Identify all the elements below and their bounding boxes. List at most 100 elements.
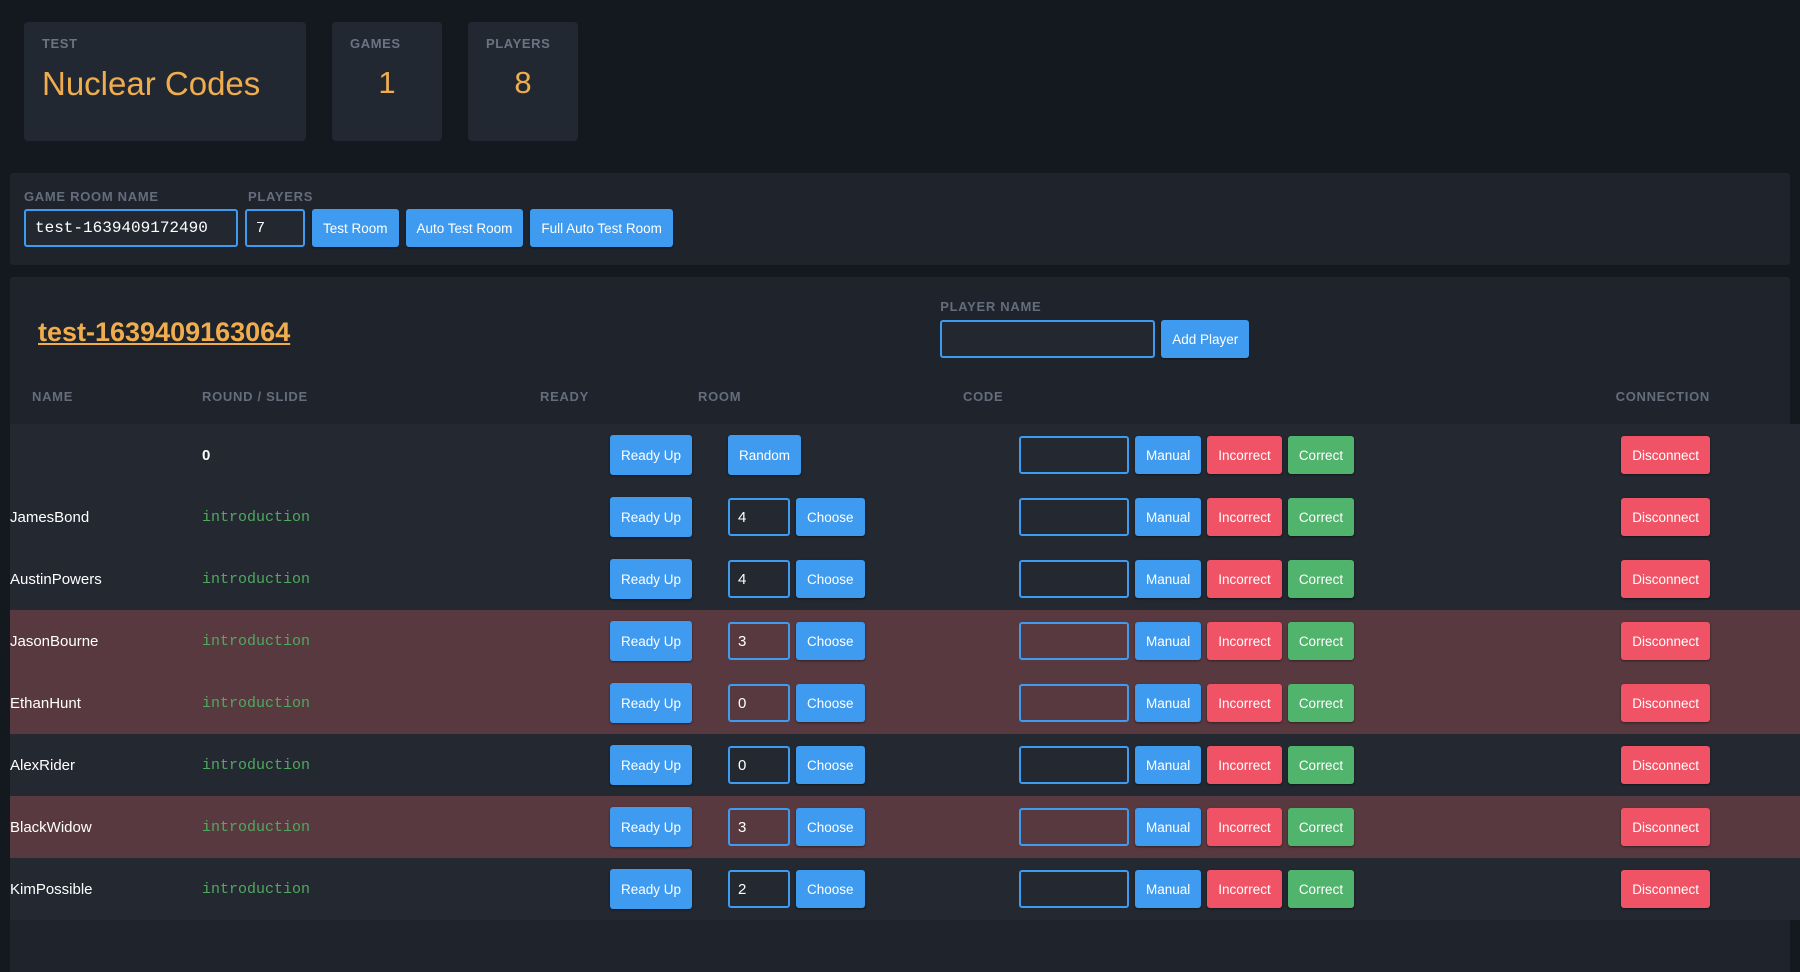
- incorrect-button[interactable]: Incorrect: [1207, 684, 1282, 722]
- cell-code: ManualIncorrectCorrect: [963, 610, 1583, 672]
- players-count-input[interactable]: [245, 209, 305, 247]
- code-input[interactable]: [1019, 684, 1129, 722]
- incorrect-button[interactable]: Incorrect: [1207, 560, 1282, 598]
- manual-button[interactable]: Manual: [1135, 684, 1201, 722]
- auto-test-room-button[interactable]: Auto Test Room: [406, 209, 524, 247]
- code-input[interactable]: [1019, 498, 1129, 536]
- code-input[interactable]: [1019, 436, 1129, 474]
- cell-player-name: EthanHunt: [10, 672, 202, 734]
- room-number-input[interactable]: [728, 870, 790, 908]
- ready-up-button[interactable]: Ready Up: [610, 621, 692, 661]
- disconnect-button[interactable]: Disconnect: [1621, 684, 1710, 722]
- cell-code: ManualIncorrectCorrect: [963, 486, 1583, 548]
- create-room-controls: Test Room Auto Test Room Full Auto Test …: [24, 209, 1776, 247]
- full-auto-test-room-button[interactable]: Full Auto Test Room: [530, 209, 673, 247]
- game-room-name-input[interactable]: [24, 209, 238, 247]
- disconnect-button[interactable]: Disconnect: [1621, 746, 1710, 784]
- code-input[interactable]: [1019, 870, 1129, 908]
- incorrect-button[interactable]: Incorrect: [1207, 870, 1282, 908]
- cell-connection: Disconnect: [1583, 486, 1800, 548]
- correct-button[interactable]: Correct: [1288, 746, 1354, 784]
- choose-room-button[interactable]: Choose: [796, 746, 865, 784]
- header-round-slide: ROUND / SLIDE: [202, 383, 540, 424]
- ready-up-button[interactable]: Ready Up: [610, 745, 692, 785]
- stat-card-players: PLAYERS8: [468, 22, 578, 141]
- manual-button[interactable]: Manual: [1135, 436, 1201, 474]
- table-row: JasonBourneintroductionReady UpChooseMan…: [10, 610, 1800, 672]
- cell-round-slide: introduction: [202, 858, 540, 920]
- players-label: PLAYERS: [248, 189, 313, 209]
- random-room-button[interactable]: Random: [728, 435, 801, 475]
- add-player-button[interactable]: Add Player: [1161, 320, 1249, 358]
- cell-room: Random: [698, 424, 963, 486]
- code-input[interactable]: [1019, 808, 1129, 846]
- player-name-input[interactable]: [940, 320, 1155, 358]
- ready-up-button[interactable]: Ready Up: [610, 869, 692, 909]
- room-number-input[interactable]: [728, 808, 790, 846]
- incorrect-button[interactable]: Incorrect: [1207, 622, 1282, 660]
- table-row: EthanHuntintroductionReady UpChooseManua…: [10, 672, 1800, 734]
- correct-button[interactable]: Correct: [1288, 684, 1354, 722]
- room-number-input[interactable]: [728, 684, 790, 722]
- disconnect-button[interactable]: Disconnect: [1621, 436, 1710, 474]
- cell-ready: Ready Up: [540, 672, 698, 734]
- header-connection: CONNECTION: [1583, 383, 1800, 424]
- disconnect-button[interactable]: Disconnect: [1621, 808, 1710, 846]
- manual-button[interactable]: Manual: [1135, 808, 1201, 846]
- manual-button[interactable]: Manual: [1135, 746, 1201, 784]
- game-room-name-label: GAME ROOM NAME: [24, 189, 248, 209]
- create-room-panel: GAME ROOM NAME PLAYERS Test Room Auto Te…: [10, 173, 1790, 265]
- cell-room: Choose: [698, 858, 963, 920]
- correct-button[interactable]: Correct: [1288, 808, 1354, 846]
- ready-up-button[interactable]: Ready Up: [610, 435, 692, 475]
- correct-button[interactable]: Correct: [1288, 560, 1354, 598]
- correct-button[interactable]: Correct: [1288, 622, 1354, 660]
- choose-room-button[interactable]: Choose: [796, 808, 865, 846]
- room-number-input[interactable]: [728, 622, 790, 660]
- cell-connection: Disconnect: [1583, 796, 1800, 858]
- ready-up-button[interactable]: Ready Up: [610, 559, 692, 599]
- disconnect-button[interactable]: Disconnect: [1621, 622, 1710, 660]
- cell-ready: Ready Up: [540, 424, 698, 486]
- incorrect-button[interactable]: Incorrect: [1207, 808, 1282, 846]
- test-room-button[interactable]: Test Room: [312, 209, 399, 247]
- correct-button[interactable]: Correct: [1288, 436, 1354, 474]
- incorrect-button[interactable]: Incorrect: [1207, 436, 1282, 474]
- cell-player-name: BlackWidow: [10, 796, 202, 858]
- disconnect-button[interactable]: Disconnect: [1621, 560, 1710, 598]
- incorrect-button[interactable]: Incorrect: [1207, 746, 1282, 784]
- choose-room-button[interactable]: Choose: [796, 870, 865, 908]
- room-title-link[interactable]: test-1639409163064: [38, 317, 290, 348]
- manual-button[interactable]: Manual: [1135, 498, 1201, 536]
- choose-room-button[interactable]: Choose: [796, 684, 865, 722]
- room-number-input[interactable]: [728, 746, 790, 784]
- correct-button[interactable]: Correct: [1288, 870, 1354, 908]
- incorrect-button[interactable]: Incorrect: [1207, 498, 1282, 536]
- players-table-head: NAME ROUND / SLIDE READY ROOM CODE CONNE…: [10, 383, 1800, 424]
- cell-ready: Ready Up: [540, 734, 698, 796]
- ready-up-button[interactable]: Ready Up: [610, 807, 692, 847]
- choose-room-button[interactable]: Choose: [796, 622, 865, 660]
- ready-up-button[interactable]: Ready Up: [610, 497, 692, 537]
- stat-label: TEST: [42, 36, 288, 51]
- cell-round-slide: 0: [202, 424, 540, 486]
- room-number-input[interactable]: [728, 560, 790, 598]
- disconnect-button[interactable]: Disconnect: [1621, 870, 1710, 908]
- cell-room: Choose: [698, 548, 963, 610]
- correct-button[interactable]: Correct: [1288, 498, 1354, 536]
- code-input[interactable]: [1019, 746, 1129, 784]
- room-number-input[interactable]: [728, 498, 790, 536]
- choose-room-button[interactable]: Choose: [796, 498, 865, 536]
- disconnect-button[interactable]: Disconnect: [1621, 498, 1710, 536]
- code-input[interactable]: [1019, 622, 1129, 660]
- create-room-labels: GAME ROOM NAME PLAYERS: [24, 189, 1776, 209]
- ready-up-button[interactable]: Ready Up: [610, 683, 692, 723]
- choose-room-button[interactable]: Choose: [796, 560, 865, 598]
- manual-button[interactable]: Manual: [1135, 622, 1201, 660]
- cell-room: Choose: [698, 486, 963, 548]
- room-header: test-1639409163064 PLAYER NAME Add Playe…: [10, 299, 1790, 383]
- manual-button[interactable]: Manual: [1135, 560, 1201, 598]
- manual-button[interactable]: Manual: [1135, 870, 1201, 908]
- code-input[interactable]: [1019, 560, 1129, 598]
- cell-room: Choose: [698, 672, 963, 734]
